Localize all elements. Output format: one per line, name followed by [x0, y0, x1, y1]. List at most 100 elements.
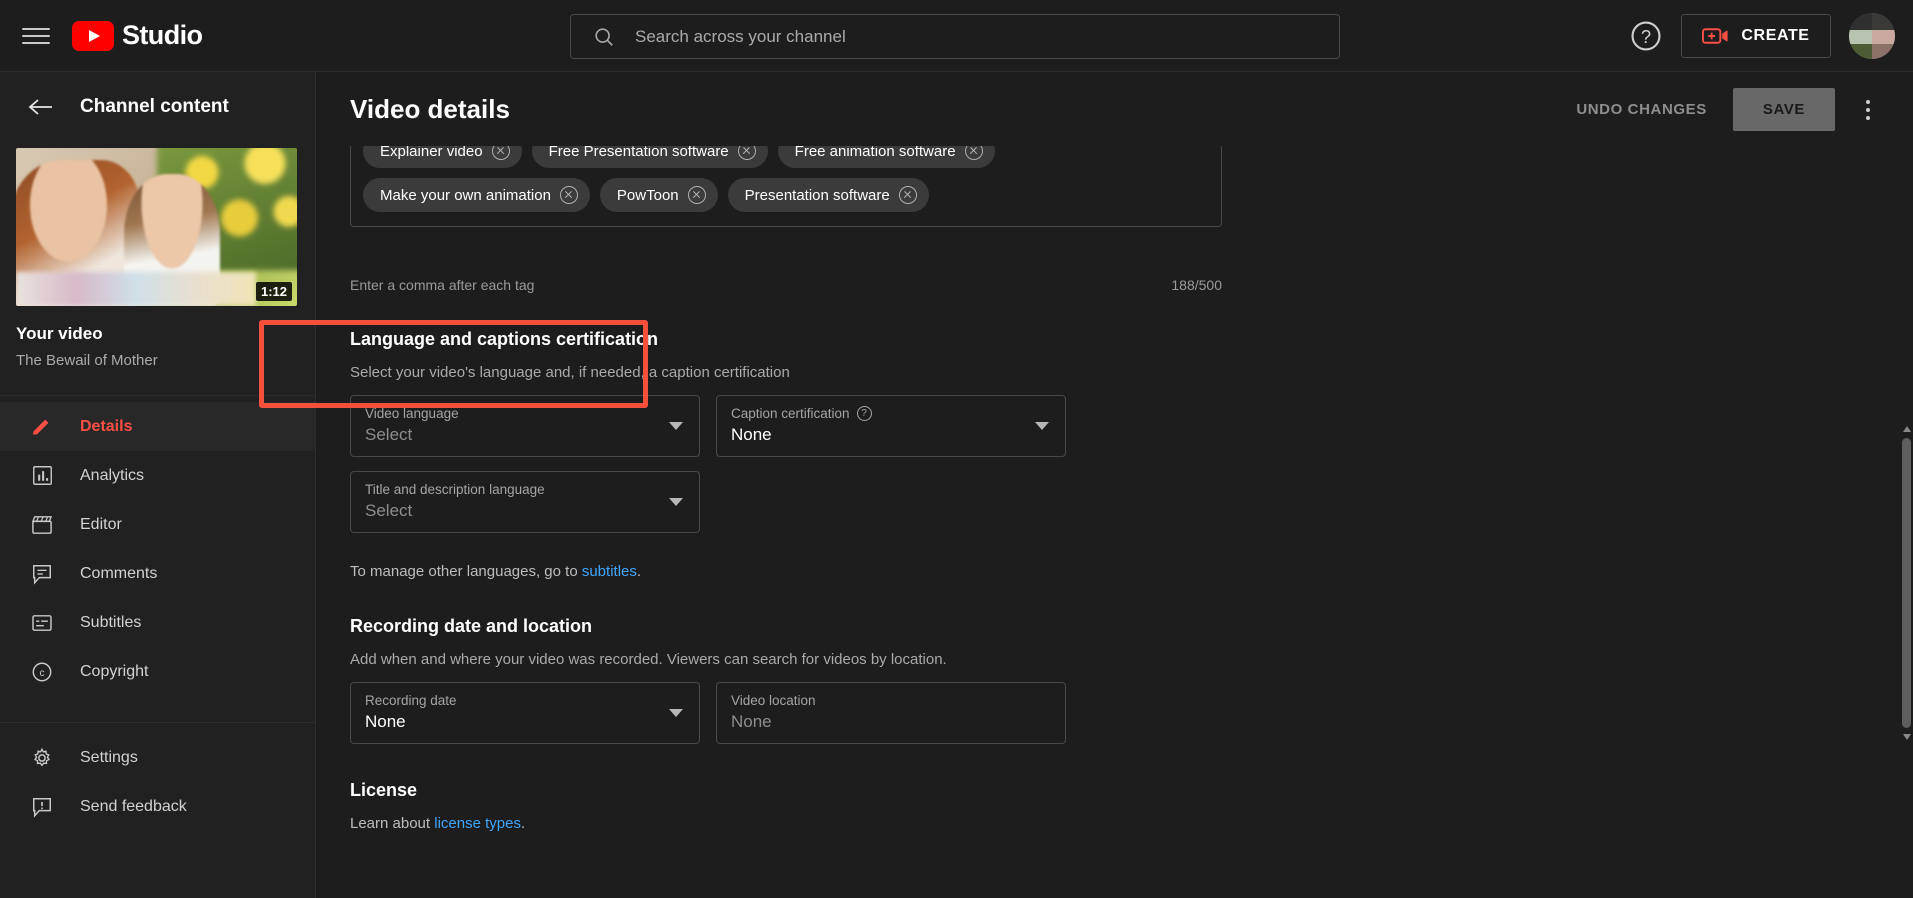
back-to-channel-content[interactable]: Channel content	[0, 72, 315, 142]
sidebar-bottom-nav: Settings Send feedback	[0, 722, 315, 831]
title-description-language-value: Select	[365, 501, 413, 520]
main-content: Video details UNDO CHANGES SAVE Explaine…	[316, 72, 1913, 898]
sidebar-item-comments[interactable]: Comments	[0, 549, 315, 598]
kebab-menu-icon[interactable]	[1851, 93, 1885, 127]
scrollbar-thumb[interactable]	[1902, 426, 1911, 740]
chevron-down-icon[interactable]	[669, 422, 683, 430]
sidebar-item-label: Editor	[80, 515, 122, 533]
license-note-suffix: .	[520, 815, 526, 832]
help-circle-icon[interactable]: ?	[1629, 19, 1663, 53]
tag-chip: Free animation software	[777, 146, 995, 168]
video-title: The Bewail of Mother	[16, 352, 158, 369]
video-details-form: Explainer video Free Presentation softwa…	[316, 146, 1913, 832]
help-circle-icon[interactable]: ?	[856, 406, 872, 421]
scroll-up-arrow-icon[interactable]	[1903, 426, 1911, 432]
close-circle-icon[interactable]	[687, 186, 706, 204]
video-duration: 1:12	[255, 282, 292, 301]
tags-field-clip: Explainer video Free Presentation softwa…	[350, 146, 1913, 268]
video-language-label: Video language	[365, 406, 459, 421]
sidebar-item-label: Send feedback	[80, 797, 187, 815]
license-note: Learn about license types.	[350, 815, 1913, 832]
tags-field[interactable]: Explainer video Free Presentation softwa…	[350, 146, 1222, 227]
note-prefix: To manage other languages, go to	[350, 563, 582, 580]
scroll-down-arrow-icon[interactable]	[1903, 734, 1911, 740]
tags-hint: Enter a comma after each tag	[350, 277, 535, 293]
sidebar-item-label: Subtitles	[80, 613, 142, 631]
svg-text:?: ?	[1641, 26, 1651, 47]
sidebar: Channel content 1:12 Your video The Bewa…	[0, 72, 316, 898]
page-title: Video details	[350, 93, 510, 124]
your-video-label: Your video	[16, 324, 103, 343]
note-suffix: .	[636, 563, 642, 580]
recording-date-dropdown[interactable]: Recording date None	[350, 682, 700, 744]
arrow-left-icon	[28, 99, 52, 115]
sidebar-nav: Details Analytics Editor Comments Subtit…	[0, 395, 315, 696]
copyright-icon: c	[30, 660, 54, 684]
hamburger-menu-icon[interactable]	[22, 25, 50, 47]
chevron-down-icon[interactable]	[669, 709, 683, 717]
tag-label: Presentation software	[744, 186, 890, 204]
feedback-icon	[30, 795, 54, 819]
sidebar-item-analytics[interactable]: Analytics	[0, 451, 315, 500]
title-description-language-dropdown[interactable]: Title and description language Select	[350, 471, 700, 533]
tag-chip: PowToon	[599, 178, 718, 212]
recording-section-title: Recording date and location	[350, 616, 593, 636]
video-thumbnail[interactable]: 1:12	[16, 148, 299, 306]
tag-label: Free animation software	[794, 146, 956, 160]
gear-icon	[30, 746, 54, 770]
sidebar-item-label: Analytics	[80, 466, 145, 484]
recording-date-label: Recording date	[365, 693, 457, 708]
create-button[interactable]: CREATE	[1681, 14, 1831, 58]
tag-chip: Presentation software	[727, 178, 929, 212]
page-actions: UNDO CHANGES SAVE	[1560, 88, 1885, 131]
close-circle-icon[interactable]	[898, 186, 917, 204]
subtitles-icon	[30, 611, 54, 635]
tag-label: PowToon	[616, 186, 679, 204]
clapperboard-icon	[30, 513, 54, 537]
video-location-value: None	[731, 712, 772, 731]
header-actions: ? CREATE	[1629, 0, 1895, 72]
close-circle-icon[interactable]	[964, 146, 983, 160]
caption-certification-dropdown[interactable]: Caption certification ? None	[716, 395, 1066, 457]
video-language-value: Select	[365, 425, 413, 444]
sidebar-item-send-feedback[interactable]: Send feedback	[0, 782, 315, 831]
search-bar[interactable]	[570, 14, 1340, 59]
chevron-down-icon[interactable]	[669, 498, 683, 506]
svg-text:c: c	[39, 668, 44, 679]
page-scrollbar[interactable]	[1902, 148, 1911, 898]
sidebar-item-copyright[interactable]: c Copyright	[0, 647, 315, 696]
sidebar-item-label: Details	[80, 417, 133, 435]
sidebar-item-settings[interactable]: Settings	[0, 733, 315, 782]
tags-hint-row: Enter a comma after each tag 188/500	[350, 277, 1222, 293]
close-circle-icon[interactable]	[737, 146, 756, 160]
undo-changes-button[interactable]: UNDO CHANGES	[1560, 89, 1723, 130]
avatar[interactable]	[1849, 13, 1895, 59]
language-section-title: Language and captions certification	[350, 329, 659, 349]
video-location-label: Video location	[731, 693, 816, 708]
create-button-label: CREATE	[1741, 27, 1810, 44]
recording-section-description: Add when and where your video was record…	[350, 651, 947, 668]
sidebar-item-editor[interactable]: Editor	[0, 500, 315, 549]
video-language-dropdown[interactable]: Video language Select	[350, 395, 700, 457]
bar-chart-icon	[30, 464, 54, 488]
language-field-row: Video language Select Caption certificat…	[350, 395, 1913, 457]
studio-logo[interactable]: Studio	[72, 20, 203, 51]
tag-label: Explainer video	[380, 146, 483, 160]
search-icon	[595, 27, 613, 46]
close-circle-icon[interactable]	[491, 146, 510, 160]
save-button[interactable]: SAVE	[1732, 88, 1835, 131]
sidebar-item-details[interactable]: Details	[0, 402, 315, 451]
tag-chip: Explainer video	[363, 146, 522, 168]
tag-label: Make your own animation	[380, 186, 551, 204]
sidebar-item-subtitles[interactable]: Subtitles	[0, 598, 315, 647]
search-input[interactable]	[633, 25, 1273, 48]
recording-date-value: None	[365, 712, 406, 731]
video-location-input[interactable]: Video location None	[716, 682, 1066, 744]
sidebar-item-label: Comments	[80, 564, 158, 582]
license-types-link[interactable]: license types	[434, 815, 521, 832]
back-title: Channel content	[80, 96, 229, 117]
subtitles-link[interactable]: subtitles	[582, 563, 637, 580]
manage-languages-note: To manage other languages, go to subtitl…	[350, 563, 1913, 580]
close-circle-icon[interactable]	[559, 186, 578, 204]
chevron-down-icon[interactable]	[1035, 422, 1049, 430]
